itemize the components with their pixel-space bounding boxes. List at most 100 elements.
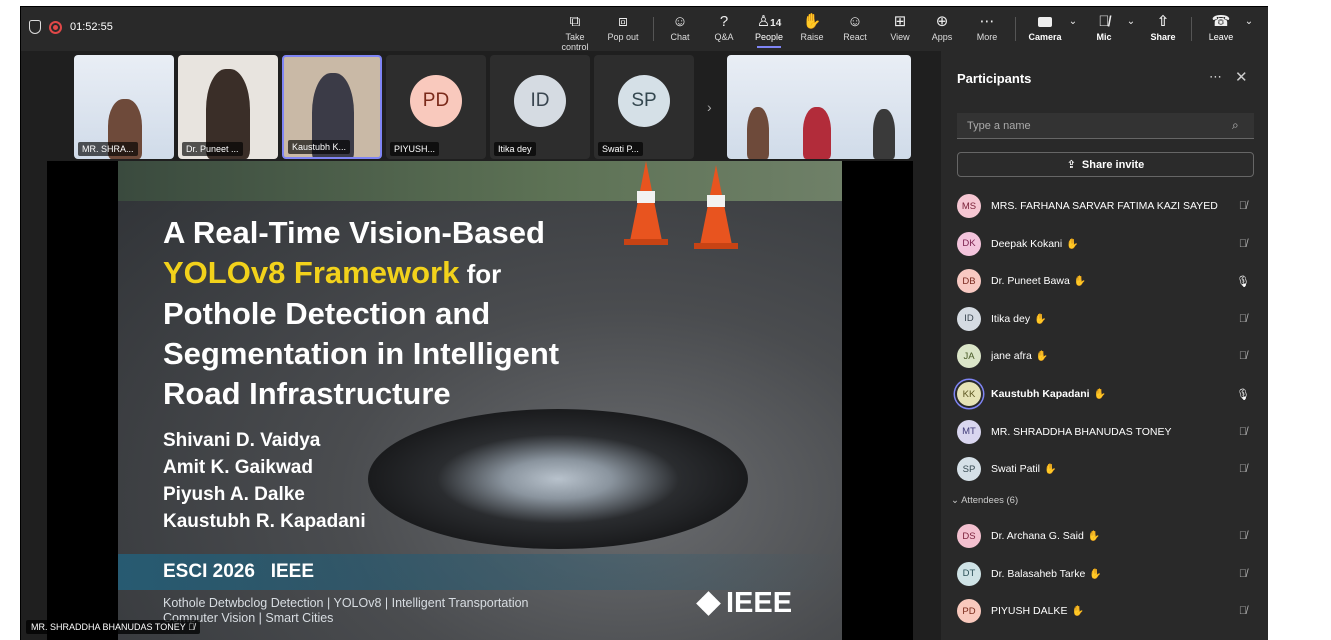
participant-row[interactable]: KK Kaustubh Kapadani ✋ 🎙 bbox=[957, 379, 1254, 409]
avatar: PD bbox=[410, 75, 462, 127]
chevron-down-icon: ⌄ bbox=[1126, 16, 1136, 27]
active-speaker-label: MR. SHRADDHA BHANUDAS TONEY 🎙̸ bbox=[26, 620, 200, 634]
tile-name: PIYUSH... bbox=[390, 142, 440, 156]
ieee-logo: IEEE bbox=[696, 587, 792, 620]
search-icon: ⌕ bbox=[1232, 118, 1239, 132]
raised-hand-icon: ✋ bbox=[1066, 238, 1079, 250]
participant-search-input[interactable] bbox=[957, 113, 1254, 139]
leave-options-button[interactable]: ⌄ bbox=[1243, 12, 1255, 32]
raised-hand-icon: ✋ bbox=[1071, 606, 1084, 618]
share-button[interactable]: ⇧ Share bbox=[1147, 12, 1179, 42]
video-tile[interactable]: Kaustubh K... bbox=[282, 55, 382, 159]
leave-button[interactable]: ☎ Leave bbox=[1203, 12, 1239, 42]
traffic-cone-image bbox=[694, 165, 738, 249]
avatar: DK bbox=[957, 231, 981, 256]
participant-row[interactable]: DS Dr. Archana G. Said ✋ 🎙̸ bbox=[957, 521, 1254, 551]
tile-name: Dr. Puneet ... bbox=[182, 142, 243, 156]
recording-icon bbox=[49, 20, 62, 34]
participant-row[interactable]: JA jane afra ✋ 🎙̸ bbox=[957, 341, 1254, 371]
toolbar-divider bbox=[653, 17, 654, 41]
participant-row[interactable]: DT Dr. Balasaheb Tarke ✋ 🎙̸ bbox=[957, 559, 1254, 589]
participant-row[interactable]: ID Itika dey ✋ 🎙̸ bbox=[957, 304, 1254, 334]
participant-row[interactable]: DB Dr. Puneet Bawa ✋ 🎙 bbox=[957, 266, 1254, 296]
toolbar-divider bbox=[1015, 17, 1016, 41]
chevron-down-icon: ⌄ bbox=[1244, 16, 1254, 27]
video-tile[interactable]: SP Swati P... bbox=[594, 55, 694, 159]
chat-button[interactable]: ☺ Chat bbox=[665, 12, 695, 42]
participant-video bbox=[803, 107, 831, 159]
presentation-slide: A Real-Time Vision-Based YOLOv8 Framewor… bbox=[118, 161, 842, 640]
participant-row[interactable]: SP Swati Patil ✋ 🎙̸ bbox=[957, 454, 1254, 484]
more-icon: ⋯ bbox=[979, 13, 995, 30]
avatar: MT bbox=[957, 419, 981, 444]
slide-conference: ESCI 2026 IEEE bbox=[163, 561, 315, 582]
mic-options-button[interactable]: ⌄ bbox=[1125, 12, 1137, 32]
avatar: PD bbox=[957, 599, 981, 624]
participant-name: Kaustubh Kapadani ✋ bbox=[991, 388, 1107, 400]
video-tile[interactable]: PD PIYUSH... bbox=[386, 55, 486, 159]
avatar: DT bbox=[957, 561, 981, 586]
participant-row[interactable]: PD PIYUSH DALKE ✋ 🎙̸ bbox=[957, 596, 1254, 626]
attendees-section-header[interactable]: ⌄ Attendees (6) bbox=[951, 495, 1018, 506]
slide-authors: Shivani D. Vaidya Amit K. Gaikwad Piyush… bbox=[163, 430, 366, 532]
avatar: ID bbox=[957, 306, 981, 331]
view-button[interactable]: ⊞ View bbox=[885, 12, 915, 42]
tile-name: Kaustubh K... bbox=[288, 140, 351, 154]
take-control-icon: ⧉ bbox=[569, 13, 581, 30]
participant-row[interactable]: MS MRS. FARHANA SARVAR FATIMA KAZI SAYED 🎙… bbox=[957, 191, 1254, 221]
mic-off-icon: 🎙̸ bbox=[1238, 463, 1248, 476]
participant-name: Itika dey ✋ bbox=[991, 312, 1047, 325]
video-gallery: MR. SHRA... Dr. Puneet ... Kaustubh K...… bbox=[47, 55, 942, 159]
people-icon: ♙14 bbox=[756, 13, 782, 30]
close-icon[interactable]: ✕ bbox=[1235, 68, 1248, 86]
pop-out-icon: ⧈ bbox=[618, 13, 628, 30]
share-invite-button[interactable]: ⇪ Share invite bbox=[957, 152, 1254, 177]
participant-name: MR. SHRADDHA BHANUDAS TONEY bbox=[991, 425, 1172, 438]
camera-options-button[interactable]: ⌄ bbox=[1067, 12, 1079, 32]
take-control-button[interactable]: ⧉ Take control bbox=[551, 12, 599, 52]
chat-icon: ☺ bbox=[672, 13, 688, 30]
chevron-down-icon: ⌄ bbox=[951, 495, 959, 506]
video-tile[interactable]: MR. SHRA... bbox=[74, 55, 174, 159]
panel-title: Participants bbox=[957, 71, 1032, 86]
apps-button[interactable]: ⊕ Apps bbox=[927, 12, 957, 42]
more-options-icon[interactable]: ⋯ bbox=[1209, 69, 1222, 85]
mic-off-icon: 🎙̸ bbox=[1238, 567, 1248, 580]
raise-hand-icon: ✋ bbox=[802, 13, 822, 30]
teams-meeting-window: 01:52:55 ⧉ Take control ⧈ Pop out ☺ Chat… bbox=[20, 6, 1268, 640]
mic-off-icon: 🎙̸ bbox=[1238, 237, 1248, 250]
camera-button[interactable]: Camera bbox=[1025, 12, 1065, 42]
mic-off-icon: 🎙̸ bbox=[1238, 312, 1248, 325]
slide-background bbox=[118, 161, 842, 201]
mic-button[interactable]: 🎙̸ Mic bbox=[1089, 12, 1119, 42]
video-tile[interactable]: Dr. Puneet ... bbox=[178, 55, 278, 159]
participant-name: Dr. Archana G. Said ✋ bbox=[991, 530, 1101, 542]
mic-off-icon: 🎙̸ bbox=[1238, 200, 1248, 212]
mic-off-icon: 🎙̸ bbox=[1238, 425, 1248, 438]
participant-name: MRS. FARHANA SARVAR FATIMA KAZI SAYED bbox=[991, 200, 1218, 212]
video-tile[interactable]: ID Itika dey bbox=[490, 55, 590, 159]
gallery-next-icon[interactable]: › bbox=[707, 99, 712, 115]
avatar: KK bbox=[957, 382, 981, 406]
mic-off-icon: 🎙̸ bbox=[1098, 13, 1110, 30]
qa-button[interactable]: ? Q&A bbox=[709, 12, 739, 42]
raised-hand-icon: ✋ bbox=[1073, 276, 1087, 288]
more-button[interactable]: ⋯ More bbox=[971, 12, 1003, 42]
share-icon: ⇪ bbox=[1066, 159, 1076, 171]
participant-row[interactable]: MT MR. SHRADDHA BHANUDAS TONEY 🎙̸ bbox=[957, 417, 1254, 447]
camera-icon bbox=[1025, 12, 1065, 32]
apps-icon: ⊕ bbox=[935, 13, 949, 30]
mic-on-icon: 🎙 bbox=[1236, 388, 1250, 401]
participant-row[interactable]: DK Deepak Kokani ✋ 🎙̸ bbox=[957, 229, 1254, 259]
ieee-diamond-icon bbox=[696, 590, 721, 616]
video-tile-poster[interactable] bbox=[727, 55, 911, 159]
participant-name: Dr. Puneet Bawa ✋ bbox=[991, 275, 1087, 288]
participant-name: Swati Patil ✋ bbox=[991, 463, 1057, 476]
pop-out-button[interactable]: ⧈ Pop out bbox=[605, 12, 641, 42]
react-button[interactable]: ☺ React bbox=[839, 12, 871, 42]
raise-hand-button[interactable]: ✋ Raise bbox=[797, 12, 827, 42]
people-button[interactable]: ♙14 People bbox=[749, 12, 789, 48]
avatar: DS bbox=[957, 524, 981, 548]
mic-on-icon: 🎙 bbox=[1236, 275, 1250, 288]
meeting-timer: 01:52:55 bbox=[70, 21, 113, 33]
